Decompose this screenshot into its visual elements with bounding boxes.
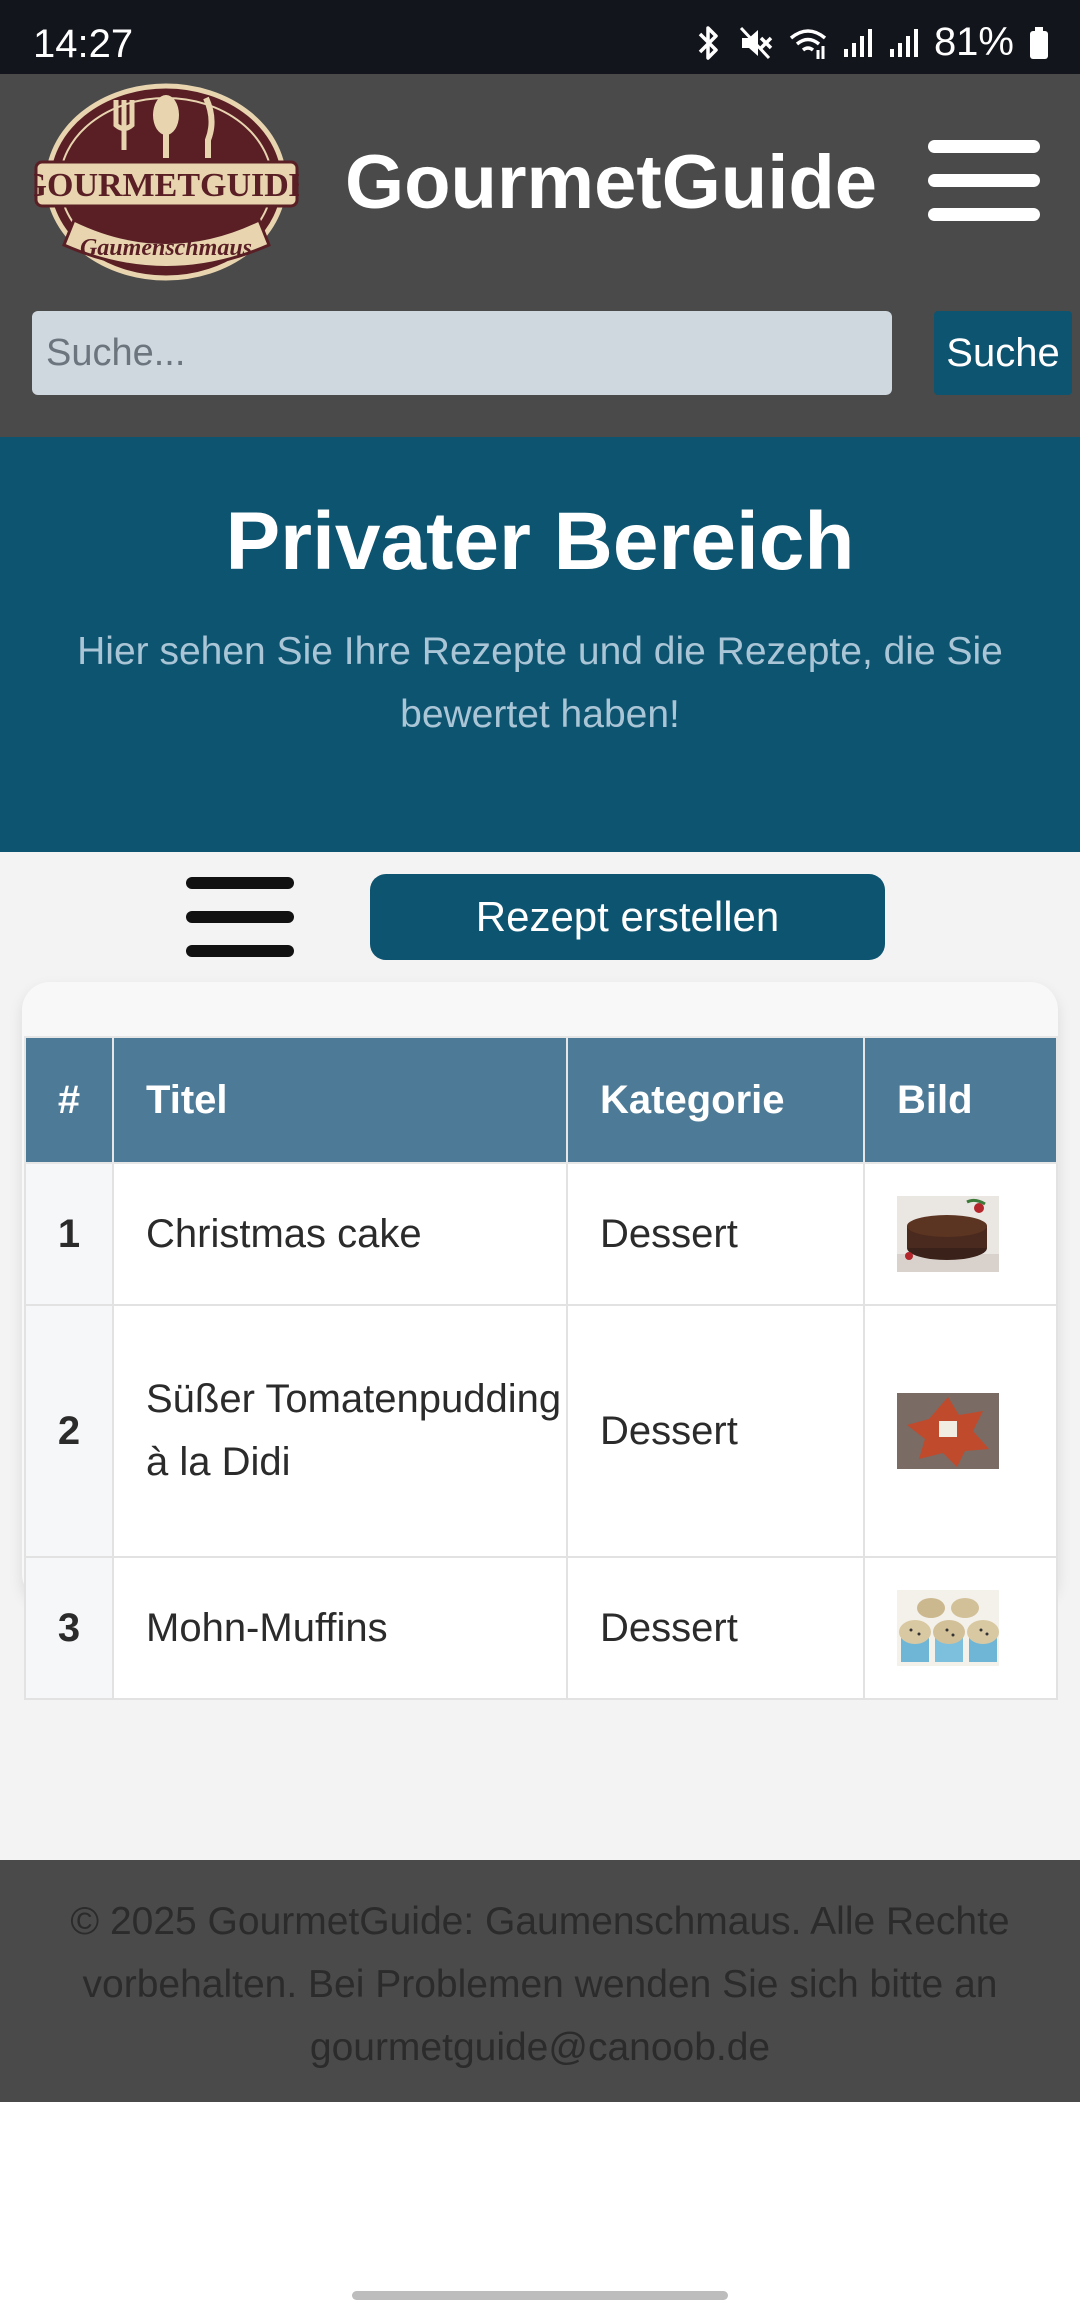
recipe-image-cell: [863, 1556, 1058, 1700]
search-input[interactable]: [32, 311, 892, 395]
row-number: 2: [24, 1304, 114, 1558]
site-header: GOURMETGUIDE Gaumenschmaus GourmetGuide …: [0, 74, 1080, 437]
sidebar-toggle-icon[interactable]: [186, 877, 294, 957]
recipe-table-card: # Titel Kategorie Bild 1 Christmas cake …: [22, 982, 1058, 1700]
main-content: Rezept erstellen # Titel Kategorie Bild …: [0, 852, 1080, 1860]
create-recipe-button[interactable]: Rezept erstellen: [370, 874, 885, 960]
site-footer: © 2025 GourmetGuide: Gaumenschmaus. Alle…: [0, 1860, 1080, 2102]
christmas-cake-image[interactable]: [897, 1196, 999, 1272]
table-header-row: # Titel Kategorie Bild: [24, 1036, 1058, 1164]
home-indicator[interactable]: [352, 2291, 728, 2300]
hero-section: Privater Bereich Hier sehen Sie Ihre Rez…: [0, 437, 1080, 852]
brand-title[interactable]: GourmetGuide: [345, 139, 877, 226]
row-number: 1: [24, 1162, 114, 1306]
table-row[interactable]: 1 Christmas cake Dessert: [24, 1162, 1058, 1306]
recipe-category: Dessert: [566, 1162, 865, 1306]
signal-icon-2: [888, 27, 920, 59]
recipe-table: # Titel Kategorie Bild 1 Christmas cake …: [24, 1036, 1058, 1700]
row-number: 3: [24, 1556, 114, 1700]
column-header-title: Titel: [112, 1036, 568, 1164]
tomato-pudding-image[interactable]: [897, 1393, 999, 1469]
logo-subtext: Gaumenschmaus: [80, 235, 252, 261]
gourmetguide-logo[interactable]: GOURMETGUIDE Gaumenschmaus: [21, 80, 311, 290]
wifi-icon: [788, 26, 828, 60]
column-header-category: Kategorie: [566, 1036, 865, 1164]
column-header-number: #: [24, 1036, 114, 1164]
menu-icon[interactable]: [928, 140, 1040, 222]
mute-icon: [738, 25, 774, 61]
recipe-image-cell: [863, 1304, 1058, 1558]
signal-icon: [842, 27, 874, 59]
battery-percentage: 81%: [933, 20, 1014, 64]
footer-text: © 2025 GourmetGuide: Gaumenschmaus. Alle…: [70, 1900, 1010, 2069]
page-title: Privater Bereich: [225, 496, 855, 587]
search-button[interactable]: Suche: [934, 311, 1072, 395]
poppyseed-muffins-image[interactable]: [897, 1590, 999, 1666]
status-bar: 14:27 81%: [0, 0, 1080, 74]
table-row[interactable]: 2 Süßer Tomatenpudding à la Didi Dessert: [24, 1304, 1058, 1558]
recipe-title[interactable]: Mohn-Muffins: [112, 1556, 568, 1700]
status-icons: 81%: [694, 20, 1050, 65]
logo-text: GOURMETGUIDE: [34, 167, 299, 204]
recipe-title[interactable]: Süßer Tomatenpudding à la Didi: [112, 1304, 568, 1558]
battery-icon: [1028, 26, 1050, 60]
column-header-image: Bild: [863, 1036, 1058, 1164]
recipe-category: Dessert: [566, 1304, 865, 1558]
status-time: 14:27: [33, 22, 134, 66]
page-subtitle: Hier sehen Sie Ihre Rezepte und die Reze…: [77, 630, 1003, 736]
bluetooth-icon: [694, 24, 724, 62]
recipe-image-cell: [863, 1162, 1058, 1306]
recipe-title[interactable]: Christmas cake: [112, 1162, 568, 1306]
table-row[interactable]: 3 Mohn-Muffins Dessert: [24, 1556, 1058, 1700]
recipe-category: Dessert: [566, 1556, 865, 1700]
